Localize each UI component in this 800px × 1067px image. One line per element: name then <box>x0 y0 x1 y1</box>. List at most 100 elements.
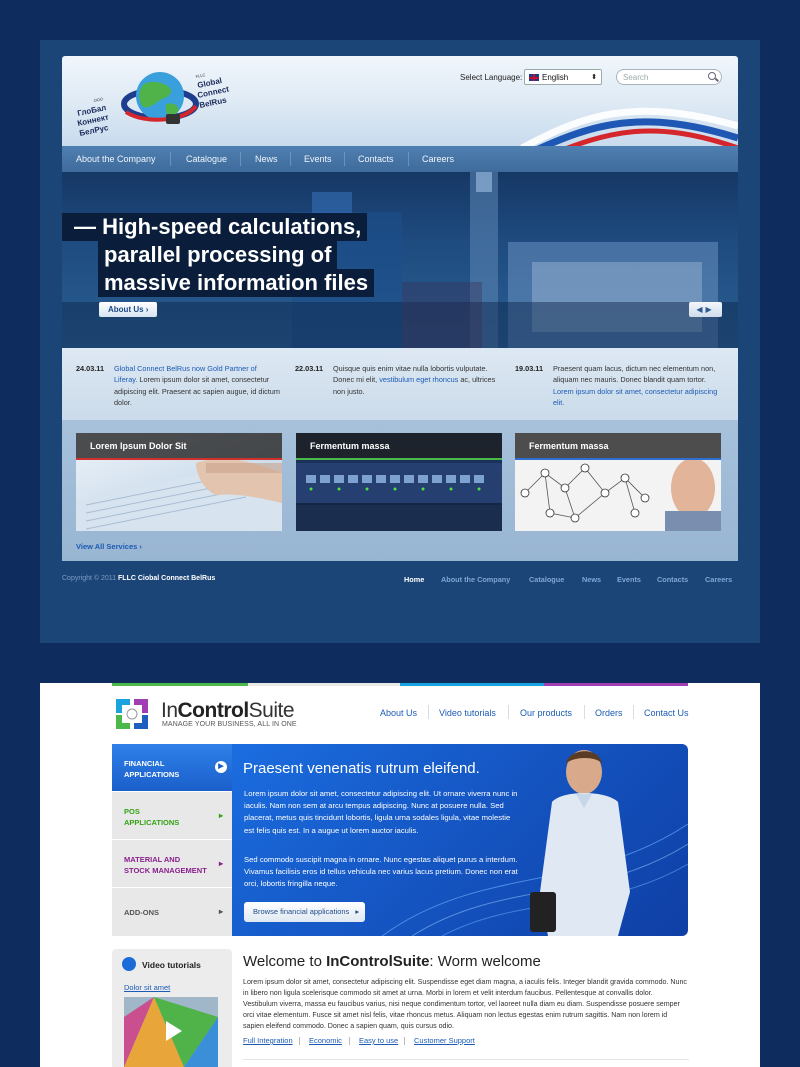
footer-link-events[interactable]: Events <box>617 575 641 584</box>
footer-link-catalogue[interactable]: Catalogue <box>529 575 564 584</box>
hero-headline-2: parallel processing of <box>98 241 338 269</box>
link-economic[interactable]: Economic <box>309 1036 342 1045</box>
nav-orders[interactable]: Orders <box>595 708 623 718</box>
dash-icon: — <box>74 214 103 239</box>
businessman-photo <box>530 750 630 936</box>
footer-link-home[interactable]: Home <box>404 575 424 584</box>
nav-divider <box>428 705 429 719</box>
chevron-right-icon: ▸ <box>218 859 223 868</box>
news-date: 24.03.11 <box>76 364 105 373</box>
about-us-button[interactable]: About Us › <box>99 302 157 317</box>
menu-line: STOCK MANAGEMENT <box>124 866 207 875</box>
news-date: 22.03.11 <box>295 364 324 373</box>
footer-link-careers[interactable]: Careers <box>705 575 732 584</box>
menu-material-stock[interactable]: MATERIAL AND STOCK MANAGEMENT ▸ <box>112 840 232 888</box>
menu-line: MATERIAL AND <box>124 855 181 864</box>
view-all-services-link[interactable]: View All Services › <box>76 542 142 551</box>
nav-events[interactable]: Events <box>304 154 332 164</box>
hero-line-1: High-speed calculations, <box>102 214 362 239</box>
nav-divider <box>170 152 171 166</box>
menu-line: POS <box>124 807 140 816</box>
color-bar <box>112 683 248 686</box>
news-text: Quisque quis enim vitae nulla lobortis v… <box>333 363 503 397</box>
news-body: Lorem ipsum dolor sit amet, consectetur … <box>114 375 280 407</box>
nav-video-tutorials[interactable]: Video tutorials <box>439 708 496 718</box>
next-arrow-icon[interactable]: ▶ <box>706 305 715 314</box>
link-divider <box>299 1037 300 1045</box>
welcome-text: Lorem ipsum dolor sit amet, consectetur … <box>243 978 687 1030</box>
nav-divider <box>508 705 509 719</box>
menu-line: ADD-ONS <box>124 908 159 917</box>
footer-link-about[interactable]: About the Company <box>441 575 510 584</box>
color-bar <box>400 683 544 686</box>
video-link[interactable]: Dolor sit amet <box>124 983 170 992</box>
link-full-integration[interactable]: Full Integration <box>243 1036 293 1045</box>
chevron-right-icon: ▸ <box>218 907 223 916</box>
svg-text:ООО: ООО <box>93 96 103 103</box>
news-date: 19.03.11 <box>515 364 544 373</box>
brand-name: InControlSuite <box>161 699 295 723</box>
copyright-prefix: Copyright © 2011 <box>62 575 117 582</box>
link-easy-to-use[interactable]: Easy to use <box>359 1036 398 1045</box>
browse-label: Browse financial applications <box>253 907 350 916</box>
welcome-prefix: Welcome to <box>243 953 327 970</box>
card-accent-line <box>296 458 502 460</box>
view-all-label: View All Services <box>76 542 138 551</box>
nav-about[interactable]: About the Company <box>76 154 156 164</box>
site1-footer: Copyright © 2011 FLLC Ciobal Connect Bel… <box>62 575 738 589</box>
menu-financial-applications[interactable]: FINANCIAL APPLICATIONS ▶ <box>112 744 232 792</box>
video-thumbnail[interactable] <box>124 997 218 1067</box>
video-tutorials-box: Video tutorials Dolor sit amet <box>112 949 232 1067</box>
search-icon[interactable] <box>708 72 716 80</box>
nav-catalogue[interactable]: Catalogue <box>186 154 227 164</box>
nav-divider <box>240 152 241 166</box>
service-card[interactable]: Lorem Ipsum Dolor Sit <box>76 433 282 531</box>
chevron-right-icon: › <box>145 305 149 314</box>
browse-financial-button[interactable]: Browse financial applications ▸ <box>244 902 365 922</box>
service-card[interactable]: Fermentum massa <box>296 433 502 531</box>
search-placeholder: Search <box>623 73 649 82</box>
nav-news[interactable]: News <box>255 154 278 164</box>
card-caption: Lorem Ipsum Dolor Sit <box>76 433 282 458</box>
slider-arrows[interactable]: ◀▶ <box>689 302 722 317</box>
banner-paragraph-1: Lorem ipsum dolor sit amet, consectetur … <box>244 789 518 835</box>
news-text: Praesent quam lacus, dictum nec elementu… <box>553 363 721 408</box>
about-us-label: About Us <box>108 305 144 314</box>
card-caption: Fermentum massa <box>296 433 502 458</box>
incontrolsuite-logo-icon <box>116 699 148 729</box>
nav-about-us[interactable]: About Us <box>380 708 417 718</box>
menu-pos-applications[interactable]: POS APPLICATIONS ▸ <box>112 792 232 840</box>
card-accent-line <box>76 458 282 460</box>
brand-tagline: MANAGE YOUR BUSINESS, ALL IN ONE <box>162 721 297 728</box>
hero-headline-3: massive information files <box>98 269 375 297</box>
banner-title: Praesent venenatis rutrum eleifend. <box>243 760 480 777</box>
nav-careers[interactable]: Careers <box>422 154 454 164</box>
nav-contacts[interactable]: Contacts <box>358 154 394 164</box>
footer-link-contacts[interactable]: Contacts <box>657 575 688 584</box>
menu-add-ons[interactable]: ADD-ONS ▸ <box>112 888 232 936</box>
nav-our-products[interactable]: Our products <box>520 708 572 718</box>
news-link[interactable]: vestibulum eget rhoncus <box>379 375 458 384</box>
link-customer-support[interactable]: Customer Support <box>414 1036 475 1045</box>
news-strip: 24.03.11 Global Connect BelRus now Gold … <box>62 348 738 420</box>
news-link[interactable]: Lorem ipsum dolor sit amet, consectetur … <box>553 387 717 407</box>
welcome-suffix: : Worm welcome <box>429 953 541 970</box>
nav-divider <box>584 705 585 719</box>
nav-contact-us[interactable]: Contact Us <box>644 708 689 718</box>
search-input[interactable]: Search <box>616 69 722 85</box>
promo-banner: Praesent venenatis rutrum eleifend. Lore… <box>232 744 688 936</box>
service-card[interactable]: Fermentum massa <box>515 433 721 531</box>
link-divider <box>349 1037 350 1045</box>
global-connect-logo: ГлоБал Коннект БелРус ООО FLLC Global Co… <box>77 72 230 138</box>
card-caption: Fermentum massa <box>515 433 721 458</box>
footer-link-news[interactable]: News <box>582 575 601 584</box>
nav-divider <box>633 705 634 719</box>
prev-arrow-icon[interactable]: ◀ <box>696 305 705 314</box>
menu-line: FINANCIAL <box>124 759 165 768</box>
link-divider <box>404 1037 405 1045</box>
language-select[interactable]: English ⬍ <box>524 69 602 85</box>
language-label: Select Language: <box>460 73 523 82</box>
play-circle-icon <box>122 957 136 971</box>
hero-banner: — High-speed calculations, parallel proc… <box>62 172 738 348</box>
nav-divider <box>344 152 345 166</box>
